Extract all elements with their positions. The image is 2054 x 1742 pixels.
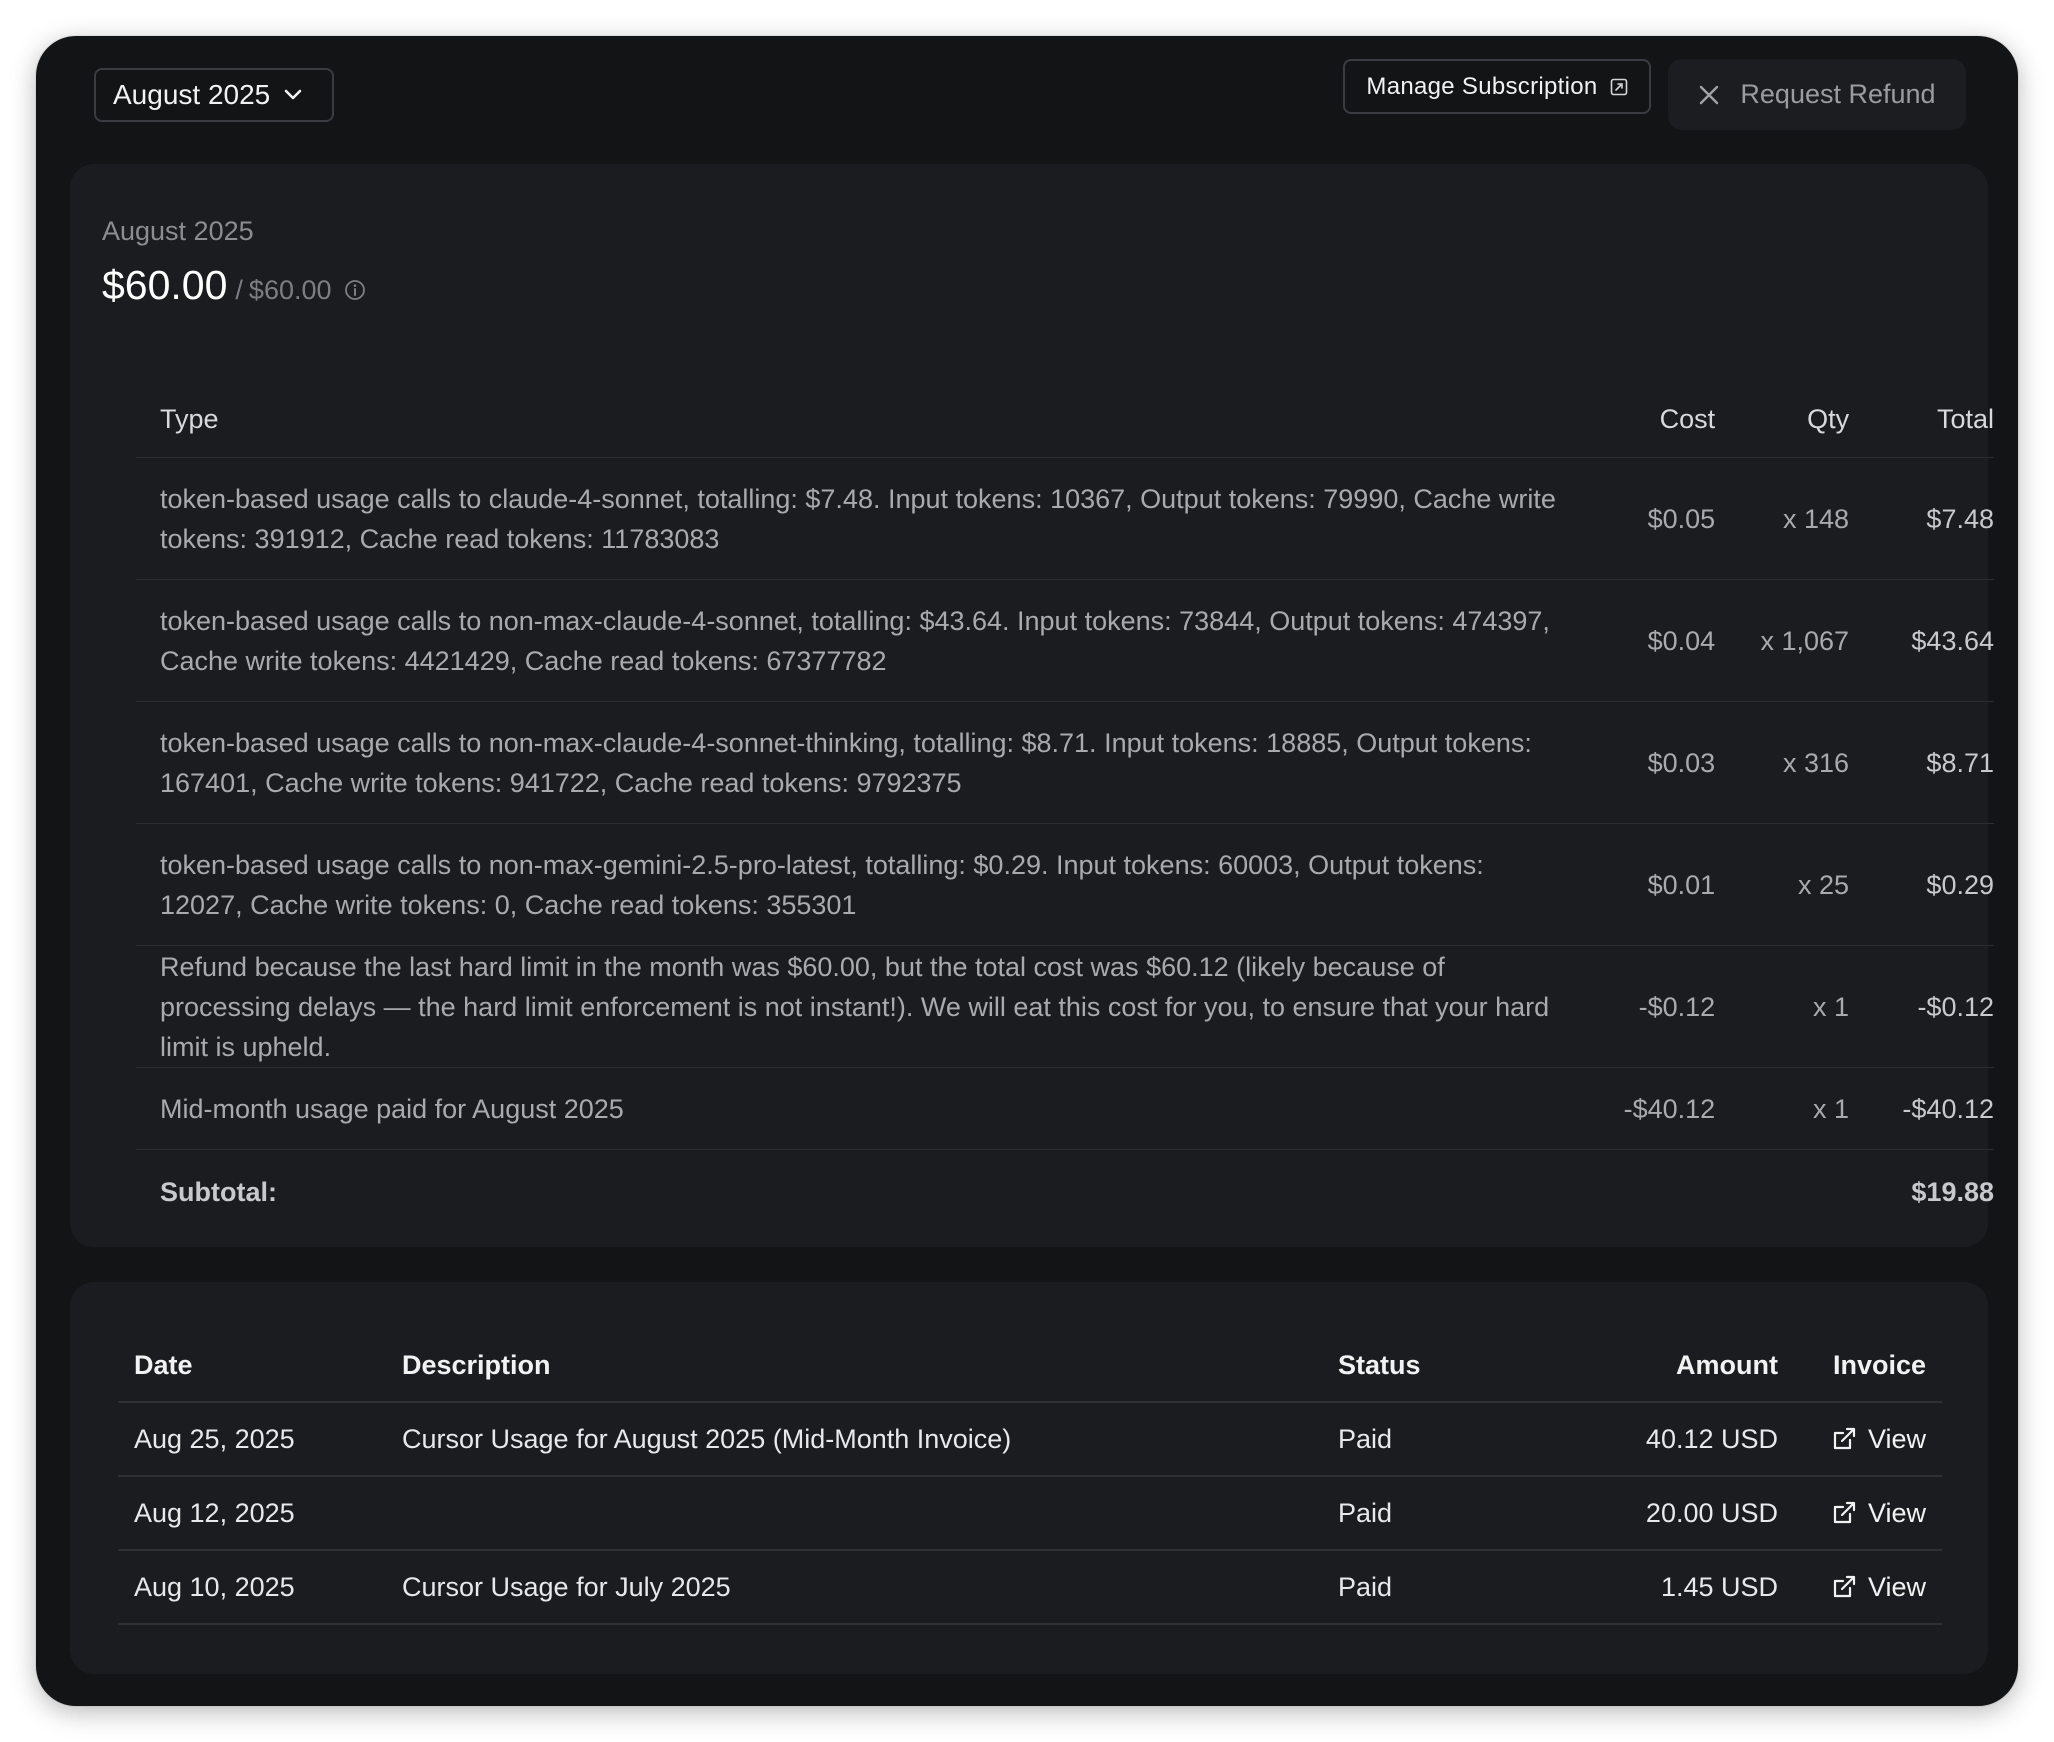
header-date: Date bbox=[134, 1349, 193, 1380]
usage-table-header: Type Cost Qty Total bbox=[136, 382, 1994, 458]
usage-table: Type Cost Qty Total token-based usage ca… bbox=[136, 382, 1994, 1234]
close-icon bbox=[1700, 85, 1719, 104]
usage-total: -$40.12 bbox=[1902, 1093, 1994, 1124]
amount-limit: $60.00 bbox=[248, 275, 332, 305]
payment-amount: 1.45 USD bbox=[1660, 1571, 1778, 1602]
usage-type: token-based usage calls to non-max-claud… bbox=[160, 727, 1532, 798]
payment-status: Paid bbox=[1338, 1571, 1393, 1602]
header-invoice: Invoice bbox=[1832, 1349, 1926, 1380]
payment-status: Paid bbox=[1338, 1423, 1393, 1454]
usage-qty: x 316 bbox=[1783, 747, 1850, 778]
payment-date: Aug 25, 2025 bbox=[134, 1423, 295, 1454]
usage-type: Refund because the last hard limit in th… bbox=[160, 951, 1550, 1062]
usage-row: Mid-month usage paid for August 2025 -$4… bbox=[136, 1068, 1994, 1150]
subtotal-label: Subtotal: bbox=[160, 1176, 277, 1207]
payment-row: Aug 25, 2025 Cursor Usage for August 202… bbox=[118, 1403, 1942, 1477]
usage-total: $0.29 bbox=[1926, 869, 1994, 900]
amount-used: $60.00 bbox=[102, 262, 228, 308]
usage-total: -$0.12 bbox=[1917, 991, 1994, 1022]
usage-type: token-based usage calls to non-max-claud… bbox=[160, 605, 1550, 676]
billing-window: August 2025 Manage Subscription Request … bbox=[36, 36, 2018, 1706]
view-invoice-link[interactable]: View bbox=[1830, 1572, 1926, 1603]
header-qty: Qty bbox=[1807, 404, 1850, 434]
payments-table-header: Date Description Status Amount Invoice bbox=[118, 1329, 1942, 1403]
payment-row: Aug 10, 2025 Cursor Usage for July 2025 … bbox=[118, 1551, 1942, 1625]
view-invoice-label: View bbox=[1867, 1571, 1926, 1602]
month-select[interactable]: August 2025 bbox=[94, 68, 334, 122]
view-invoice-link[interactable]: View bbox=[1830, 1498, 1926, 1529]
usage-qty: x 148 bbox=[1783, 503, 1850, 534]
usage-qty: x 1 bbox=[1813, 1093, 1850, 1124]
usage-total: $8.71 bbox=[1926, 747, 1994, 778]
external-link-icon bbox=[1833, 1575, 1856, 1598]
payment-amount: 20.00 USD bbox=[1645, 1497, 1778, 1528]
payment-date: Aug 12, 2025 bbox=[134, 1497, 295, 1528]
subtotal-row: Subtotal: $19.88 bbox=[136, 1150, 1994, 1234]
view-invoice-label: View bbox=[1867, 1423, 1926, 1454]
header-cost: Cost bbox=[1659, 404, 1716, 434]
header-amount: Amount bbox=[1676, 1349, 1778, 1380]
usage-cost: $0.04 bbox=[1647, 625, 1716, 656]
payment-date: Aug 10, 2025 bbox=[134, 1571, 295, 1602]
usage-cost: $0.03 bbox=[1647, 747, 1716, 778]
usage-total: $7.48 bbox=[1926, 503, 1994, 534]
request-refund-label: Request Refund bbox=[1740, 79, 1936, 109]
header-status: Status bbox=[1338, 1349, 1421, 1380]
usage-row: token-based usage calls to non-max-claud… bbox=[136, 702, 1994, 824]
usage-type: token-based usage calls to claude-4-sonn… bbox=[160, 483, 1556, 554]
subtotal-value: $19.88 bbox=[1911, 1176, 1994, 1207]
usage-qty: x 25 bbox=[1798, 869, 1850, 900]
usage-row: token-based usage calls to non-max-gemin… bbox=[136, 824, 1994, 946]
payments-card: Date Description Status Amount Invoice A… bbox=[70, 1282, 1988, 1674]
payment-description: Cursor Usage for July 2025 bbox=[402, 1571, 731, 1602]
external-link-icon bbox=[1833, 1501, 1856, 1524]
usage-type: token-based usage calls to non-max-gemin… bbox=[160, 849, 1484, 920]
external-link-icon bbox=[1833, 1427, 1856, 1450]
payment-description: Cursor Usage for August 2025 (Mid-Month … bbox=[402, 1423, 1012, 1454]
month-select-label: August 2025 bbox=[113, 79, 271, 110]
period-label: August 2025 bbox=[102, 216, 254, 246]
usage-row: Refund because the last hard limit in th… bbox=[136, 946, 1994, 1068]
header-total: Total bbox=[1936, 404, 1994, 434]
usage-cost: $0.01 bbox=[1647, 869, 1716, 900]
view-invoice-link[interactable]: View bbox=[1830, 1424, 1926, 1455]
usage-total: $43.64 bbox=[1911, 625, 1994, 656]
chevron-down-icon bbox=[284, 89, 302, 100]
usage-row: token-based usage calls to non-max-claud… bbox=[136, 580, 1994, 702]
usage-cost: -$0.12 bbox=[1638, 991, 1716, 1022]
usage-qty: x 1 bbox=[1813, 991, 1850, 1022]
payments-table: Date Description Status Amount Invoice A… bbox=[118, 1329, 1942, 1625]
manage-subscription-button[interactable]: Manage Subscription bbox=[1343, 59, 1651, 114]
header-type: Type bbox=[160, 404, 219, 434]
payment-amount: 40.12 USD bbox=[1645, 1423, 1778, 1454]
amount-separator: / bbox=[235, 275, 243, 305]
manage-subscription-label: Manage Subscription bbox=[1366, 72, 1598, 100]
info-icon[interactable] bbox=[344, 279, 366, 301]
usage-qty: x 1,067 bbox=[1760, 625, 1850, 656]
usage-cost: -$40.12 bbox=[1623, 1093, 1716, 1124]
usage-summary-card: August 2025 $60.00 / $60.00 Type Cost Qt… bbox=[70, 164, 1994, 1247]
request-refund-button[interactable]: Request Refund bbox=[1668, 59, 1966, 130]
amount-row: $60.00 / $60.00 bbox=[102, 262, 366, 309]
external-link-square-icon bbox=[1610, 78, 1627, 95]
usage-type: Mid-month usage paid for August 2025 bbox=[160, 1093, 624, 1124]
payment-row: Aug 12, 2025 Paid 20.00 USD View bbox=[118, 1477, 1942, 1551]
payment-status: Paid bbox=[1338, 1497, 1393, 1528]
usage-cost: $0.05 bbox=[1647, 503, 1716, 534]
header-description: Description bbox=[402, 1349, 551, 1380]
usage-row: token-based usage calls to claude-4-sonn… bbox=[136, 458, 1994, 580]
view-invoice-label: View bbox=[1867, 1497, 1926, 1528]
